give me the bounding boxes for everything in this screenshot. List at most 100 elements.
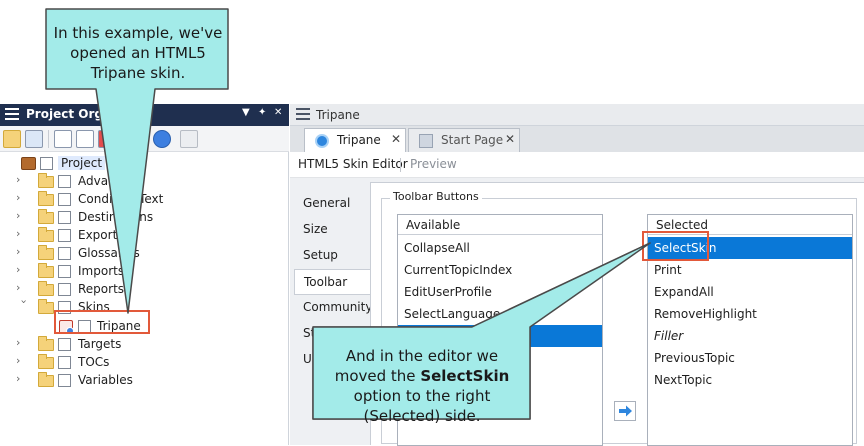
folder-icon — [38, 209, 54, 224]
tree-item-checkbox[interactable] — [58, 229, 71, 242]
tree-item-tocs[interactable]: › TOCs — [0, 354, 289, 372]
hamburger-menu-icon[interactable] — [296, 108, 310, 123]
disabled-tool-icon — [180, 130, 198, 148]
tab-tripane[interactable]: Tripane ✕ — [304, 128, 406, 152]
tree-item-checkbox[interactable] — [58, 193, 71, 206]
close-tab-icon[interactable]: ✕ — [505, 132, 515, 146]
color-grid-icon[interactable] — [98, 130, 116, 148]
list-item[interactable]: ExpandAll — [648, 281, 852, 303]
bottom-callout-text: And in the editor we moved the SelectSki… — [318, 346, 526, 426]
folder-icon — [38, 354, 54, 369]
globe-icon[interactable] — [153, 130, 171, 148]
list-item-label: SelectLanguage — [404, 307, 501, 321]
group-label: Toolbar Buttons — [390, 190, 482, 203]
side-tab-size[interactable]: Size — [294, 217, 366, 243]
project-organizer-toolbar — [0, 126, 289, 152]
chevron-right-icon[interactable]: › — [16, 281, 28, 294]
tab-html5-skin-editor[interactable]: HTML5 Skin Editor — [298, 157, 408, 171]
chevron-right-icon[interactable]: › — [16, 209, 28, 222]
list-item[interactable]: CurrentTopicIndex — [398, 259, 602, 281]
list-view-icon[interactable] — [25, 130, 43, 148]
list-item[interactable]: PreviousTopic — [648, 347, 852, 369]
dropdown-arrow-icon[interactable]: ▼ — [242, 107, 250, 118]
tree-item-checkbox[interactable] — [58, 175, 71, 188]
tripane-highlight-box — [54, 310, 150, 334]
chevron-right-icon[interactable]: › — [16, 245, 28, 258]
folder-icon — [38, 336, 54, 351]
chevron-right-icon[interactable]: › — [16, 263, 28, 276]
arrow-right-icon — [619, 405, 632, 417]
chevron-right-icon[interactable]: › — [16, 336, 28, 349]
side-tab-general[interactable]: General — [294, 191, 366, 217]
close-icon[interactable]: ✕ — [274, 107, 282, 118]
list-item-label: CollapseAll — [404, 241, 470, 255]
chevron-down-icon[interactable]: › — [18, 300, 31, 312]
tree-item-condition-text[interactable]: › Condition Text — [0, 191, 289, 209]
chevron-right-icon[interactable]: › — [16, 173, 28, 186]
tree-item-targets[interactable]: › Targets — [0, 336, 289, 354]
list-item[interactable]: SelectLanguage — [398, 303, 602, 325]
tree-item-checkbox[interactable] — [58, 247, 71, 260]
tree-item-checkbox[interactable] — [58, 374, 71, 387]
tree-item-project[interactable]: Project — [0, 155, 289, 173]
tree-item-imports[interactable]: › Imports — [0, 263, 289, 281]
list-item-label: CurrentTopicIndex — [404, 263, 513, 277]
list-header-label: Selected — [656, 218, 709, 232]
chevron-right-icon[interactable]: › — [16, 372, 28, 385]
folder-open-icon — [38, 299, 54, 314]
side-tab-community[interactable]: Community — [294, 295, 372, 321]
list-item[interactable]: NextTopic — [648, 369, 852, 391]
list-item[interactable]: Filler — [648, 325, 852, 347]
tab-start-page[interactable]: Start Page ✕ — [408, 128, 520, 152]
folder-icon — [38, 263, 54, 278]
tree-item-checkbox[interactable] — [40, 157, 53, 170]
add-item-icon[interactable] — [54, 130, 72, 148]
subtab-separator — [400, 158, 401, 172]
side-tab-label: General — [303, 196, 351, 210]
tree-item-checkbox[interactable] — [58, 265, 71, 278]
close-tab-icon[interactable]: ✕ — [391, 132, 401, 146]
pin-icon[interactable]: ✦ — [258, 107, 266, 118]
list-item[interactable]: Print — [648, 259, 852, 281]
side-tab-label: Size — [303, 222, 328, 236]
list-item-label: ExpandAll — [654, 285, 714, 299]
callout-text-part: option to the right (Selected) side. — [353, 387, 491, 425]
tab-preview[interactable]: Preview — [410, 157, 457, 171]
side-tab-setup[interactable]: Setup — [294, 243, 366, 269]
tree-item-destinations[interactable]: › Destinations — [0, 209, 289, 227]
project-organizer-title-bar: Project Organizer ▼ ✦ ✕ — [0, 104, 289, 126]
list-item[interactable]: RemoveHighlight — [648, 303, 852, 325]
tree-item-glossaries[interactable]: › Glossaries — [0, 245, 289, 263]
selectskin-highlight-box — [642, 231, 709, 261]
tree-item-label: Condition Text — [78, 192, 164, 206]
list-item[interactable]: CollapseAll — [398, 237, 602, 259]
tree-item-checkbox[interactable] — [58, 211, 71, 224]
hamburger-menu-icon[interactable] — [5, 108, 19, 123]
tree-item-variables[interactable]: › Variables — [0, 372, 289, 390]
tree-item-label: Targets — [78, 337, 122, 351]
copy-item-icon[interactable] — [76, 130, 94, 148]
side-tab-toolbar[interactable]: Toolbar — [294, 269, 371, 295]
folder-view-icon[interactable] — [3, 130, 21, 148]
tree-item-exports[interactable]: › Exports — [0, 227, 289, 245]
side-tab-label: Community — [303, 300, 373, 314]
chevron-right-icon[interactable]: › — [16, 354, 28, 367]
tree-item-checkbox[interactable] — [58, 283, 71, 296]
chevron-right-icon[interactable]: › — [16, 227, 28, 240]
callout-text-bold: SelectSkin — [420, 367, 510, 385]
tree-item-advanced[interactable]: › Advanced — [0, 173, 289, 191]
editor-title-bar: Tripane — [290, 104, 864, 126]
side-tab-styles[interactable]: Styles — [294, 321, 366, 347]
chevron-right-icon[interactable]: › — [16, 191, 28, 204]
start-page-icon — [419, 134, 433, 148]
list-item-label: Print — [654, 263, 682, 277]
skin-tab-icon — [315, 134, 329, 148]
tree-item-checkbox[interactable] — [58, 356, 71, 369]
project-organizer-title: Project Organizer — [26, 107, 145, 121]
move-right-button[interactable] — [614, 401, 636, 421]
tree-item-checkbox[interactable] — [58, 338, 71, 351]
tree-item-reports[interactable]: › Reports — [0, 281, 289, 299]
list-item[interactable]: EditUserProfile — [398, 281, 602, 303]
list-header: Available — [398, 215, 602, 235]
list-item-selected[interactable] — [398, 325, 602, 347]
